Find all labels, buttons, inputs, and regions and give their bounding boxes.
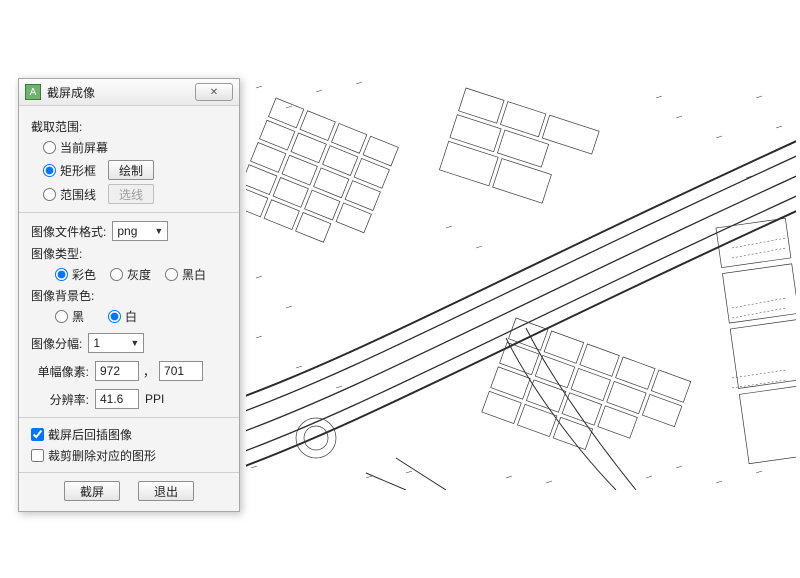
type-color-text: 彩色 xyxy=(72,266,96,283)
pixels-separator: ， xyxy=(143,363,155,380)
type-gray-radio[interactable]: 灰度 xyxy=(110,266,151,283)
dpi-unit: PPI xyxy=(145,392,164,406)
format-value: png xyxy=(117,224,137,238)
draw-button[interactable]: 绘制 xyxy=(108,160,154,180)
exit-button[interactable]: 退出 xyxy=(138,481,194,501)
bg-white-text: 白 xyxy=(125,308,137,325)
type-bw-radio[interactable]: 黑白 xyxy=(165,266,206,283)
pixels-w-input[interactable]: 972 xyxy=(95,361,139,381)
format-label: 图像文件格式: xyxy=(31,223,106,240)
titlebar[interactable]: A 截屏成像 ✕ xyxy=(19,79,239,106)
close-button[interactable]: ✕ xyxy=(195,83,233,101)
crop-delete-text: 裁剪删除对应的图形 xyxy=(48,447,156,464)
pixels-label: 单幅像素: xyxy=(31,363,89,380)
type-bw-text: 黑白 xyxy=(182,266,206,283)
type-gray-text: 灰度 xyxy=(127,266,151,283)
range-current-screen-text: 当前屏幕 xyxy=(60,139,108,156)
range-current-screen-radio[interactable]: 当前屏幕 xyxy=(43,139,108,156)
image-type-label: 图像类型: xyxy=(31,245,82,262)
chevron-down-icon: ▼ xyxy=(154,226,163,236)
range-rect-text: 矩形框 xyxy=(60,162,96,179)
bg-label: 图像背景色: xyxy=(31,287,94,304)
range-polyline-text: 范围线 xyxy=(60,186,96,203)
cad-canvas xyxy=(246,78,796,490)
bg-white-radio[interactable]: 白 xyxy=(108,308,137,325)
tiles-value: 1 xyxy=(93,336,100,350)
insert-after-checkbox[interactable]: 截屏后回插图像 xyxy=(31,426,132,443)
separator xyxy=(19,212,239,213)
separator xyxy=(19,417,239,418)
tiles-label: 图像分幅: xyxy=(31,335,82,352)
range-label: 截取范围: xyxy=(31,118,82,135)
tiles-select[interactable]: 1 ▼ xyxy=(88,333,144,353)
dpi-label: 分辨率: xyxy=(31,391,89,408)
type-color-radio[interactable]: 彩色 xyxy=(55,266,96,283)
crop-delete-checkbox[interactable]: 裁剪删除对应的图形 xyxy=(31,447,156,464)
app-icon: A xyxy=(25,84,41,100)
range-rect-radio[interactable]: 矩形框 xyxy=(43,162,96,179)
chevron-down-icon: ▼ xyxy=(130,338,139,348)
pixels-h-input[interactable]: 701 xyxy=(159,361,203,381)
separator xyxy=(19,472,239,473)
insert-after-text: 截屏后回插图像 xyxy=(48,426,132,443)
dpi-input[interactable]: 41.6 xyxy=(95,389,139,409)
bg-black-radio[interactable]: 黑 xyxy=(55,308,84,325)
dialog-title: 截屏成像 xyxy=(47,84,195,101)
select-line-button: 选线 xyxy=(108,184,154,204)
range-polyline-radio[interactable]: 范围线 xyxy=(43,186,96,203)
format-select[interactable]: png ▼ xyxy=(112,221,168,241)
capture-button[interactable]: 截屏 xyxy=(64,481,120,501)
bg-black-text: 黑 xyxy=(72,308,84,325)
screenshot-dialog: A 截屏成像 ✕ 截取范围: 当前屏幕 矩形框 绘制 范围线 选线 xyxy=(18,78,240,512)
